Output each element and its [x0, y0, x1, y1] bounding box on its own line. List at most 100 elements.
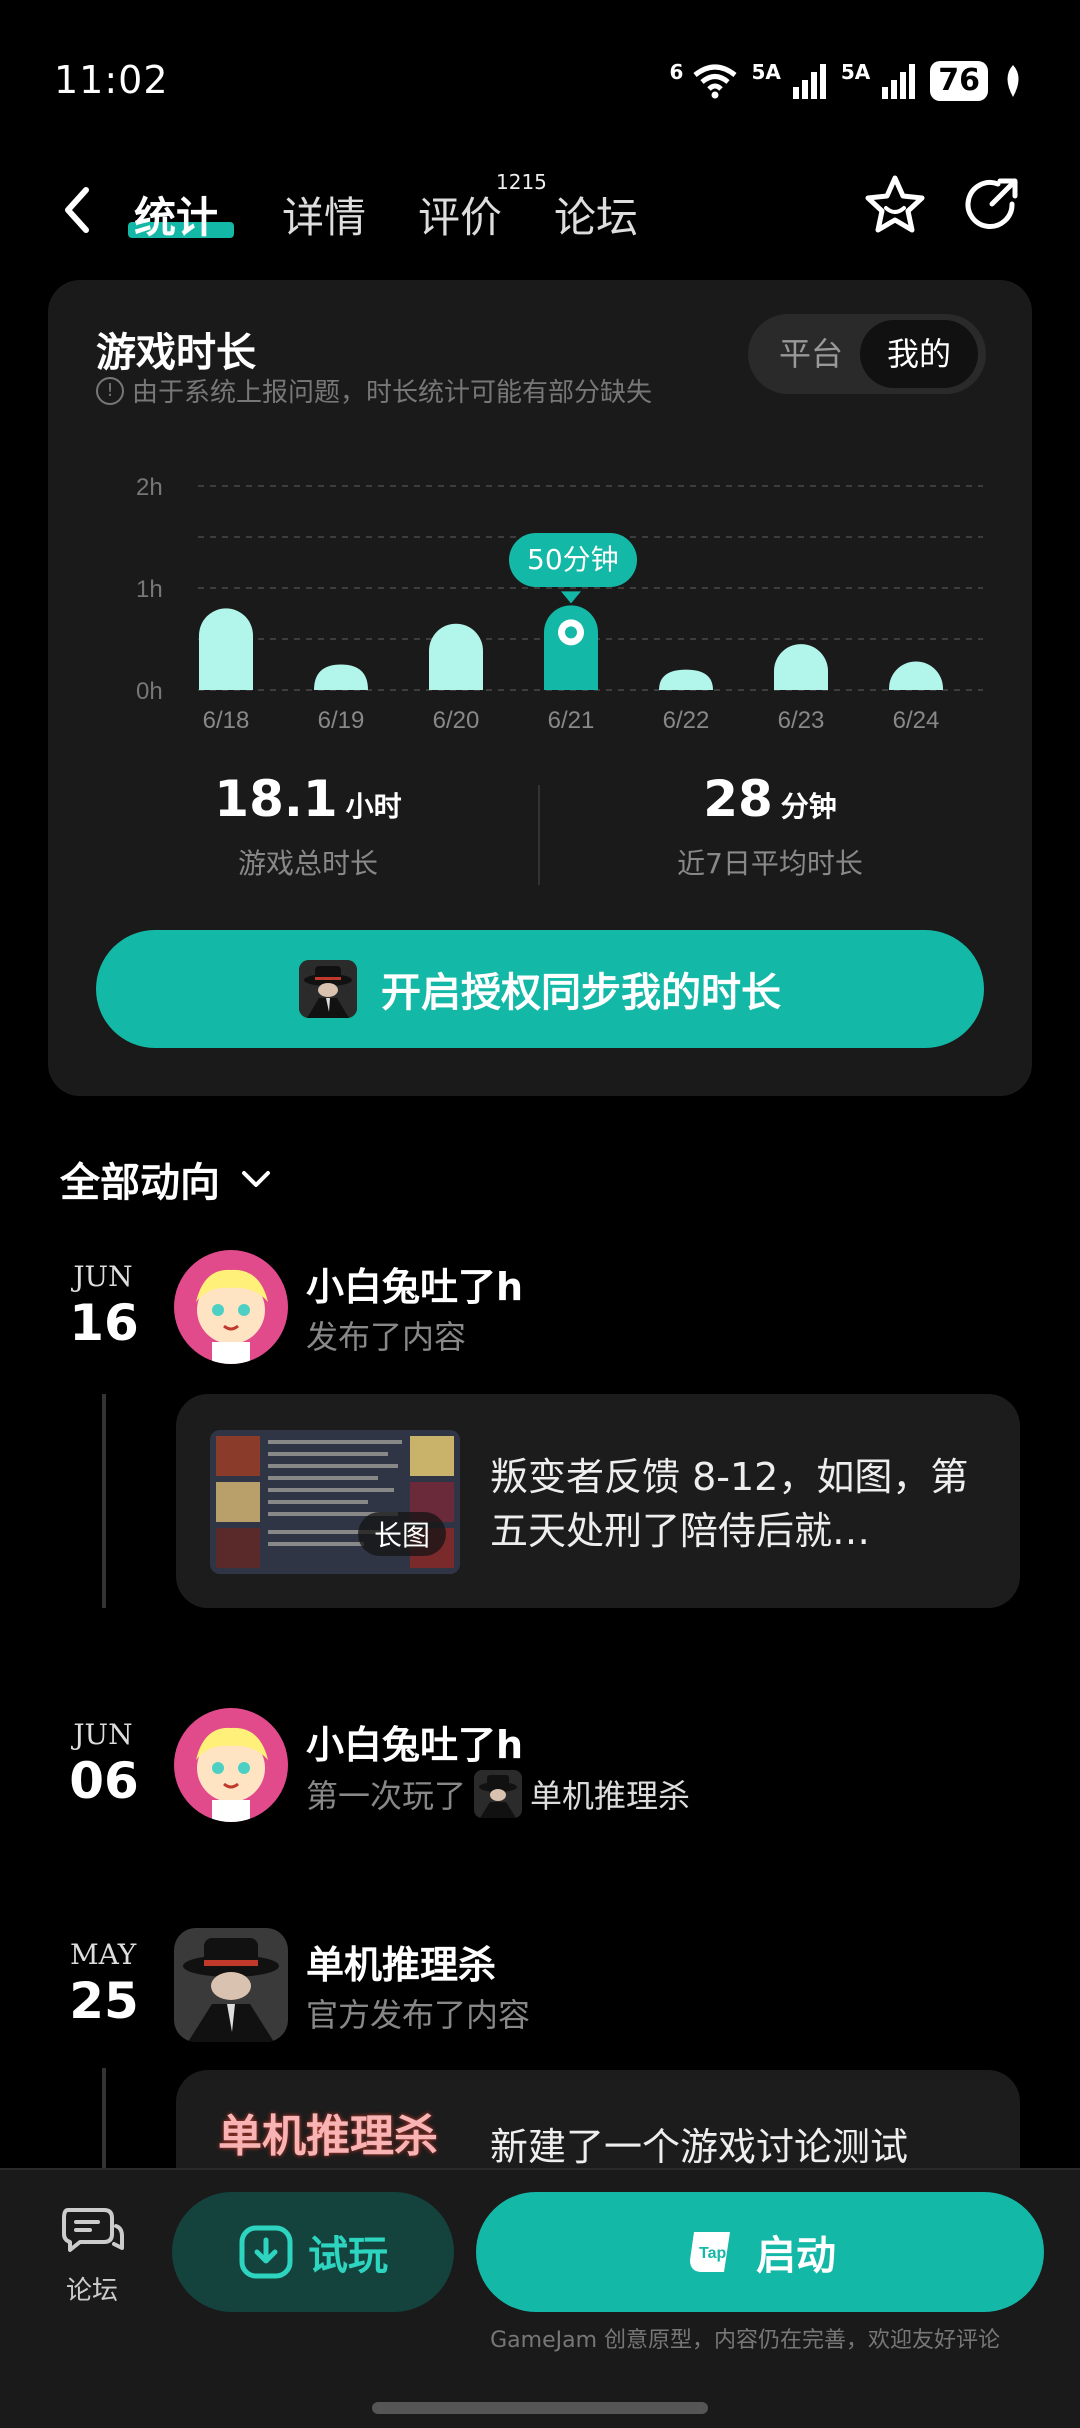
download-icon — [239, 2225, 293, 2279]
chart-y-tick-label: 2h — [136, 474, 163, 501]
forum-shortcut[interactable]: 论坛 — [52, 2204, 132, 2307]
playtime-title: 游戏时长 — [96, 330, 256, 376]
top-nav: 统计 详情 评价 1215 论坛 — [0, 150, 1080, 270]
feed-date-month: JUN — [73, 1718, 133, 1751]
tab-details[interactable]: 详情 — [282, 184, 366, 245]
back-icon[interactable] — [56, 180, 100, 240]
try-button-label: 试玩 — [308, 2233, 388, 2279]
wifi-icon — [693, 64, 737, 99]
signal-2-icon — [882, 64, 916, 99]
feed-game-name[interactable]: 单机推理杀 — [530, 1771, 690, 1817]
post-thumbnail-title: 单机推理杀 — [218, 2111, 438, 2162]
tab-forum[interactable]: 论坛 — [554, 184, 638, 245]
bottom-action-bar: 论坛 试玩 Tap 启动 GameJam 创意原型，内容仍在完善，欢迎友好评论 — [0, 2168, 1080, 2428]
feed-date-day: 16 — [69, 1294, 139, 1352]
toggle-platform[interactable]: 平台 — [766, 320, 856, 388]
status-time: 11:02 — [54, 58, 169, 102]
post-card[interactable]: 单机推理杀 新建了一个游戏讨论测试 — [176, 2070, 1020, 2168]
playtime-note-text: 由于系统上报问题，时长统计可能有部分缺失 — [132, 378, 653, 408]
chart-bar[interactable] — [659, 669, 713, 690]
leaf-icon — [1007, 65, 1019, 97]
total-playtime-label: 游戏总时长 — [237, 847, 378, 880]
favorite-star-icon[interactable] — [862, 172, 928, 238]
chart-tooltip-pointer — [561, 591, 581, 604]
feed-filter[interactable]: 全部动向 — [60, 1150, 274, 1208]
feed-username[interactable]: 单机推理杀 — [306, 1934, 496, 1989]
feed-action-text: 发布了内容 — [306, 1318, 467, 1356]
toggle-mine[interactable]: 我的 — [860, 320, 978, 388]
chart-bar[interactable] — [889, 661, 943, 690]
sync-playtime-label: 开启授权同步我的时长 — [381, 970, 781, 1016]
post-thumbnail: 单机推理杀 — [210, 2094, 460, 2168]
taptap-logo-text: Tap — [699, 2245, 726, 2262]
share-icon[interactable] — [958, 172, 1024, 238]
home-indicator[interactable] — [372, 2402, 708, 2414]
feed-username[interactable]: 小白兔吐了h — [306, 1256, 523, 1311]
average-playtime: 28 分钟 近7日平均时长 — [620, 770, 920, 882]
signal-2-label: 5A — [840, 60, 871, 84]
playtime-note: ! 由于系统上报问题，时长统计可能有部分缺失 — [96, 372, 652, 409]
post-text: 新建了一个游戏讨论测试 — [490, 2125, 909, 2168]
status-bar: 11:02 6 5A 5A 76 — [0, 0, 1080, 150]
chart-tooltip-text: 50分钟 — [527, 543, 619, 577]
tab-stats[interactable]: 统计 — [134, 184, 218, 245]
timeline-line — [102, 1394, 106, 1608]
post-text: 叛变者反馈 8-12，如图，第五天处刑了陪侍后就… — [490, 1455, 969, 1553]
chart-bar[interactable] — [429, 623, 483, 690]
average-playtime-label: 近7日平均时长 — [677, 847, 863, 880]
feed-date-day: 25 — [69, 1972, 139, 2030]
user-avatar[interactable] — [174, 1250, 288, 1364]
feed-action-text: 第一次玩了 — [306, 1777, 467, 1815]
game-icon — [299, 960, 357, 1018]
taptap-logo-icon: Tap — [690, 2232, 730, 2272]
total-playtime-unit: 小时 — [345, 790, 402, 823]
review-count-badge: 1215 — [496, 170, 547, 194]
chart-bar[interactable] — [774, 644, 828, 690]
feed-action: 第一次玩了 单机推理杀 — [306, 1770, 690, 1818]
total-playtime-value: 18.1 — [214, 770, 338, 828]
post-thumbnail: 长图 — [210, 1430, 460, 1574]
feed-action-text: 官方发布了内容 — [306, 1996, 531, 2034]
chart-x-tick-label: 6/19 — [318, 707, 365, 734]
stat-divider — [538, 785, 540, 885]
chevron-down-icon — [242, 1171, 270, 1187]
feed-action: 官方发布了内容 — [306, 1990, 530, 2036]
feed-header-label: 全部动向 — [60, 1160, 220, 1206]
feed-action: 发布了内容 — [306, 1312, 466, 1358]
status-icons: 6 5A 5A 76 — [670, 58, 1024, 104]
chart-y-tick-label: 0h — [136, 678, 163, 705]
total-playtime: 18.1 小时 游戏总时长 — [158, 770, 458, 882]
game-avatar[interactable] — [174, 1928, 288, 2042]
chart-x-tick-label: 6/22 — [663, 707, 710, 734]
try-button[interactable]: 试玩 — [172, 2192, 454, 2312]
chart-tooltip: 50分钟 — [509, 533, 637, 588]
user-avatar[interactable] — [174, 1708, 288, 1822]
game-mini-icon — [474, 1770, 523, 1818]
chart-bar[interactable] — [314, 664, 368, 691]
launch-button-label: 启动 — [756, 2233, 836, 2279]
feed-date-month: JUN — [73, 1260, 133, 1293]
chart-bar[interactable] — [199, 608, 253, 690]
post-card[interactable]: 长图 叛变者反馈 8-12，如图，第五天处刑了陪侍后就… — [176, 1394, 1020, 1608]
feed-date-month: MAY — [70, 1938, 137, 1971]
playtime-card: 游戏时长 ! 由于系统上报问题，时长统计可能有部分缺失 平台 我的 0h 1h 2h… — [48, 280, 1032, 1096]
timeline-line — [102, 2068, 106, 2168]
wifi-label: 6 — [669, 60, 684, 84]
scope-toggle: 平台 我的 — [748, 314, 986, 394]
long-image-tag: 长图 — [357, 1512, 446, 1556]
signal-1-icon — [792, 64, 826, 99]
chart-bar[interactable] — [544, 605, 598, 690]
chart-highlight-marker-dot — [565, 626, 577, 639]
feed-username[interactable]: 小白兔吐了h — [306, 1714, 523, 1769]
average-playtime-unit: 分钟 — [780, 790, 837, 823]
sync-playtime-button[interactable]: 开启授权同步我的时长 — [96, 930, 984, 1048]
chart-x-tick-label: 6/18 — [203, 707, 250, 734]
battery-indicator: 76 — [930, 61, 988, 101]
chart-x-tick-label: 6/23 — [778, 707, 825, 734]
tab-reviews[interactable]: 评价 — [418, 184, 502, 245]
feed-date-day: 06 — [69, 1752, 139, 1810]
launch-button[interactable]: Tap 启动 — [476, 2192, 1044, 2312]
signal-1-label: 5A — [751, 60, 781, 84]
chart-x-tick-label: 6/20 — [433, 707, 480, 734]
chat-bubbles-icon — [62, 2208, 124, 2252]
